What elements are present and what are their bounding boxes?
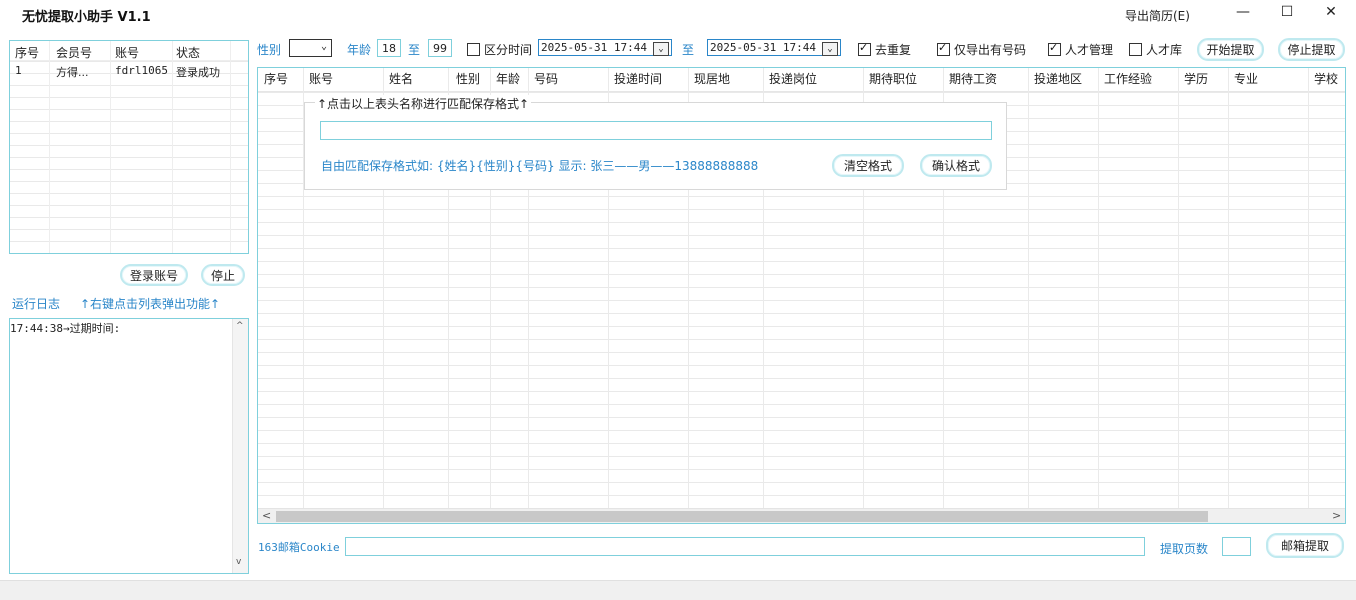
scroll-down-icon[interactable]: v [236,557,241,567]
h-scroll-thumb[interactable] [276,511,1208,522]
row-member: 方得... [56,66,89,79]
distinguish-time-checkbox[interactable]: 区分时间 [467,41,532,58]
date-to-picker[interactable]: 2025-05-31 17:44 ⌄ [707,39,841,56]
close-icon[interactable]: ✕ [1308,0,1354,24]
checkbox-checked-icon [858,41,871,56]
row-account: fdrl1065 [115,64,168,77]
log-hint: ↑右键点击列表弹出功能↑ [80,297,221,311]
date-from-value: 2025-05-31 17:44 [541,41,647,54]
scroll-up-icon[interactable]: ^ [236,321,244,331]
age-label: 年龄 [347,43,372,57]
log-label: 运行日志 [12,297,61,311]
export-resume-menu[interactable]: 导出简历(E) [1125,7,1190,24]
maximize-icon[interactable]: ☐ [1264,0,1310,24]
login-account-button[interactable]: 登录账号 [120,264,188,286]
app-title: 无忧提取小助手 V1.1 [22,10,151,25]
cookie-input[interactable] [345,537,1145,556]
results-h-scrollbar[interactable]: < > [258,508,1345,523]
clear-format-button[interactable]: 清空格式 [832,154,904,177]
date-from-picker[interactable]: 2025-05-31 17:44 ⌄ [538,39,672,56]
age-from-input[interactable]: 18 [377,39,401,57]
stop-extract-button[interactable]: 停止提取 [1278,38,1345,61]
accounts-header-account: 账号 [115,46,140,60]
header-school[interactable]: 学校 [1314,68,1338,90]
accounts-header: 序号 会员号 账号 状态 [10,41,248,61]
format-input[interactable] [320,121,992,140]
checkbox-checked-icon [937,41,950,56]
talent-pool-checkbox[interactable]: 人才库 [1129,41,1182,58]
log-line: 17:44:38→过期时间: [10,322,121,335]
stop-login-button[interactable]: 停止 [201,264,245,286]
age-to-input[interactable]: 99 [428,39,452,57]
start-extract-button[interactable]: 开始提取 [1197,38,1264,61]
format-example: 自由匹配保存格式如: {姓名}{性别}{号码} 显示: 张三——男——13888… [321,159,759,173]
checkbox-icon [467,43,480,56]
header-expected-position[interactable]: 期待职位 [869,68,917,90]
header-phone[interactable]: 号码 [534,68,558,90]
log-textarea[interactable]: 17:44:38→过期时间: ^ v [9,318,249,574]
pages-label: 提取页数 [1160,542,1209,556]
gender-label: 性别 [257,43,282,57]
accounts-table[interactable]: 序号 会员号 账号 状态 1 方得... fdrl1065 登录成功 [9,40,249,254]
dedupe-label: 去重复 [875,43,912,57]
header-major[interactable]: 专业 [1234,68,1258,90]
format-panel: ↑点击以上表头名称进行匹配保存格式↑ 自由匹配保存格式如: {姓名}{性别}{号… [304,95,1007,190]
header-expected-salary[interactable]: 期待工资 [949,68,997,90]
row-index: 1 [15,64,22,77]
log-scrollbar[interactable]: ^ v [232,319,248,573]
date-to-label: 至 [682,43,695,57]
header-experience[interactable]: 工作经验 [1104,68,1152,90]
header-account[interactable]: 账号 [309,68,333,90]
header-gender[interactable]: 性别 [456,68,480,90]
accounts-body [10,61,248,253]
accounts-header-index: 序号 [15,46,40,60]
header-education[interactable]: 学历 [1184,68,1208,90]
gender-select[interactable]: ⌄ [289,39,332,57]
confirm-format-button[interactable]: 确认格式 [920,154,992,177]
scroll-left-icon[interactable]: < [262,509,271,522]
checkbox-checked-icon [1048,41,1061,56]
results-header: 序号 账号 姓名 性别 年龄 号码 投递时间 现居地 投递岗位 期待职位 期待工… [258,68,1345,92]
table-row[interactable]: 1 方得... fdrl1065 登录成功 [10,64,248,79]
pages-input[interactable] [1222,537,1251,556]
chevron-down-icon[interactable]: ⌄ [822,42,838,56]
header-name[interactable]: 姓名 [389,68,413,90]
talent-manage-checkbox[interactable]: 人才管理 [1048,41,1113,58]
checkbox-icon [1129,43,1142,56]
talent-pool-label: 人才库 [1146,43,1183,57]
mail-extract-button[interactable]: 邮箱提取 [1266,533,1344,558]
format-legend: ↑点击以上表头名称进行匹配保存格式↑ [315,95,532,112]
chevron-down-icon[interactable]: ⌄ [653,42,669,56]
status-bar [0,580,1356,600]
header-age[interactable]: 年龄 [496,68,520,90]
results-table[interactable]: 序号 账号 姓名 性别 年龄 号码 投递时间 现居地 投递岗位 期待职位 期待工… [257,67,1346,524]
minimize-icon[interactable]: — [1220,0,1266,24]
accounts-header-status: 状态 [176,46,201,60]
scroll-right-icon[interactable]: > [1332,509,1341,522]
header-delivery-time[interactable]: 投递时间 [614,68,662,90]
row-status: 登录成功 [176,66,220,79]
header-residence[interactable]: 现居地 [694,68,730,90]
date-to-value: 2025-05-31 17:44 [710,41,816,54]
chevron-down-icon: ⌄ [320,41,327,52]
distinguish-time-label: 区分时间 [484,43,533,57]
accounts-header-member: 会员号 [56,46,93,60]
cookie-label: 163邮箱Cookie [258,541,340,554]
header-position[interactable]: 投递岗位 [769,68,817,90]
dedupe-checkbox[interactable]: 去重复 [858,41,911,58]
age-to-label: 至 [408,43,421,57]
only-phone-checkbox[interactable]: 仅导出有号码 [937,41,1026,58]
header-delivery-region[interactable]: 投递地区 [1034,68,1082,90]
header-index[interactable]: 序号 [264,68,288,90]
talent-manage-label: 人才管理 [1065,43,1114,57]
only-phone-label: 仅导出有号码 [954,43,1027,57]
